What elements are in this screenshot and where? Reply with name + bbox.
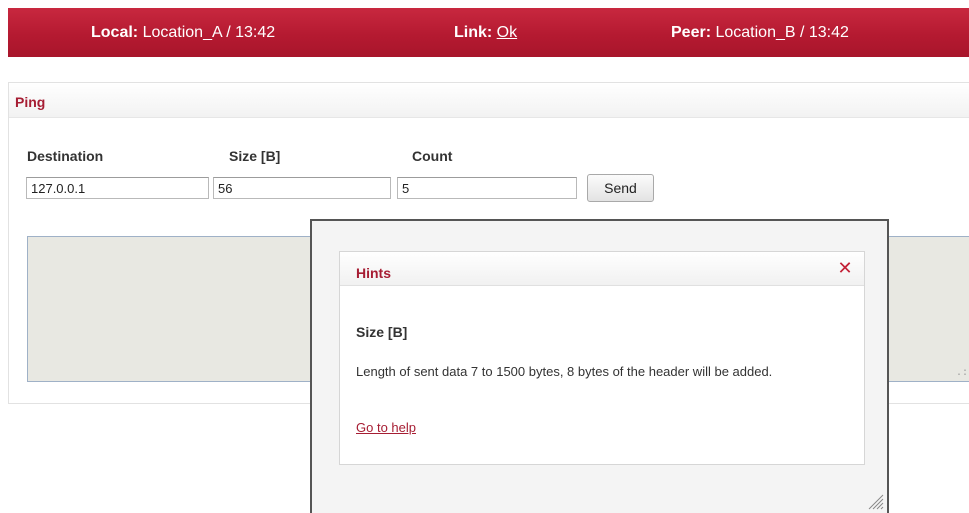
count-label: Count — [412, 148, 453, 164]
hint-text: Length of sent data 7 to 1500 bytes, 8 b… — [356, 364, 773, 379]
resize-handle-icon[interactable]: .: — [956, 368, 968, 379]
local-label: Local: — [91, 24, 139, 41]
hint-heading: Size [B] — [356, 324, 408, 340]
peer-status: Peer: Location_B / 13:42 — [671, 24, 849, 42]
size-input[interactable] — [213, 177, 391, 199]
ping-panel-header: Ping — [9, 83, 969, 118]
status-bar: Local: Location_A / 13:42 Link: Ok Peer:… — [8, 8, 969, 57]
link-status-link[interactable]: Ok — [497, 24, 517, 41]
hints-header: Hints ✕ — [340, 252, 864, 286]
count-input[interactable] — [397, 177, 577, 199]
send-button[interactable]: Send — [587, 174, 654, 202]
link-label: Link: — [454, 24, 493, 41]
destination-input[interactable] — [26, 177, 209, 199]
hints-box: Hints ✕ Size [B] Length of sent data 7 t… — [339, 251, 865, 465]
peer-label: Peer: — [671, 24, 712, 41]
local-value: Location_A / 13:42 — [142, 24, 276, 41]
link-status: Link: Ok — [454, 24, 517, 42]
size-label: Size [B] — [229, 148, 281, 164]
hints-popup: Hints ✕ Size [B] Length of sent data 7 t… — [310, 219, 889, 513]
close-icon[interactable]: ✕ — [836, 259, 854, 277]
destination-label: Destination — [27, 148, 104, 164]
local-status: Local: Location_A / 13:42 — [91, 24, 275, 42]
peer-value: Location_B / 13:42 — [715, 24, 849, 41]
go-to-help-link[interactable]: Go to help — [356, 420, 416, 435]
hints-title: Hints — [356, 265, 391, 281]
ping-title: Ping — [15, 94, 46, 110]
resize-grip-icon[interactable] — [866, 492, 884, 510]
